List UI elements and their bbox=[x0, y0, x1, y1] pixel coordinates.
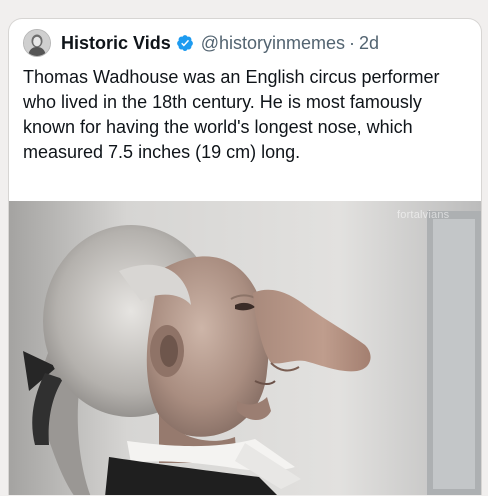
avatar-portrait-icon bbox=[24, 30, 50, 56]
author-display-name[interactable]: Historic Vids bbox=[61, 33, 171, 54]
wax-figure-photo bbox=[9, 201, 481, 495]
media-watermark: fortalvians bbox=[397, 209, 450, 221]
separator-dot: · bbox=[349, 32, 356, 53]
verified-badge-icon bbox=[176, 35, 193, 51]
author-handle[interactable]: @historyinmemes bbox=[201, 33, 345, 54]
tweet-text: Thomas Wadhouse was an English circus pe… bbox=[23, 67, 440, 162]
tweet-header: Historic Vids @historyinmemes · 2d bbox=[23, 29, 379, 57]
tweet-card[interactable]: Historic Vids @historyinmemes · 2d Thoma… bbox=[8, 18, 482, 495]
tweet-timestamp[interactable]: 2d bbox=[359, 33, 379, 54]
avatar[interactable] bbox=[23, 29, 51, 57]
tweet-media[interactable]: fortalvians bbox=[9, 201, 481, 495]
